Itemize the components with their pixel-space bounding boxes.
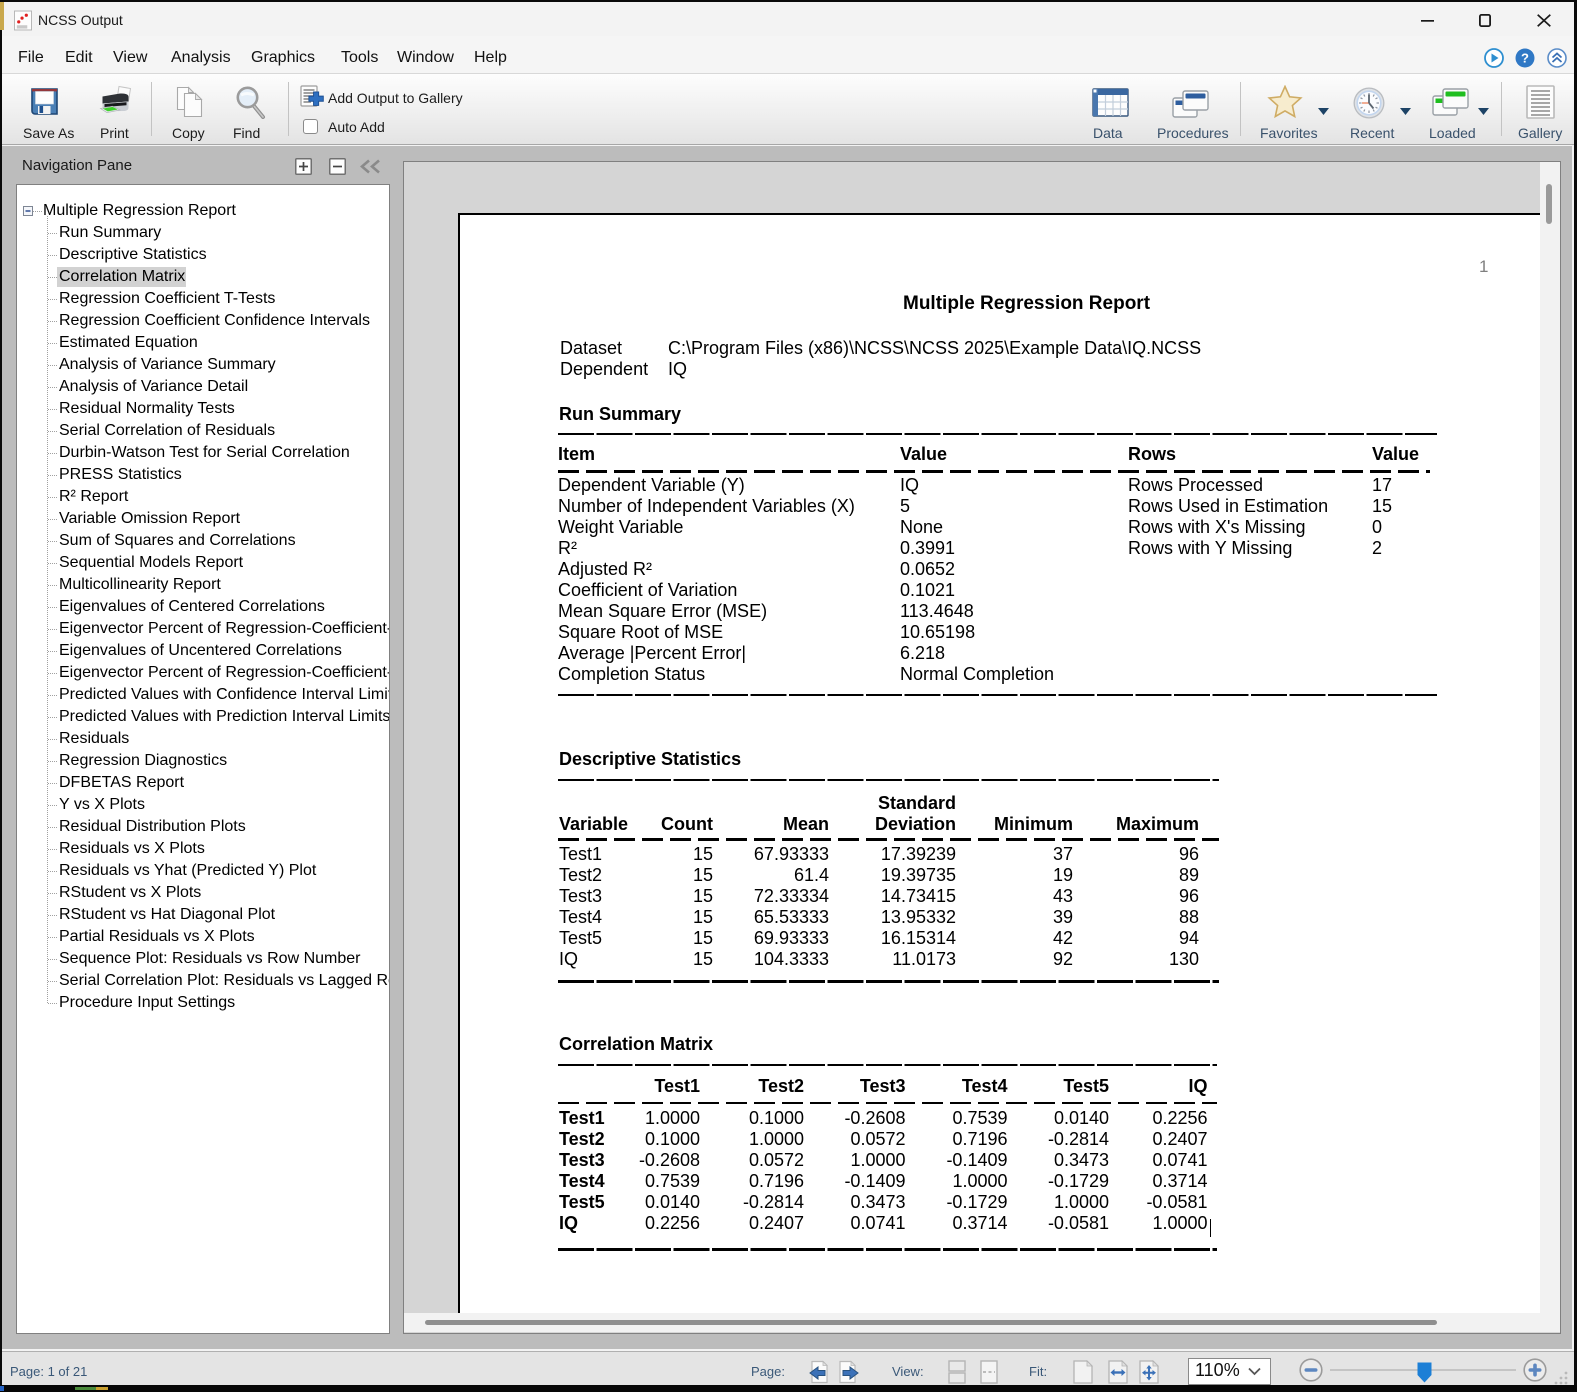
- svg-text:?: ?: [1521, 51, 1529, 66]
